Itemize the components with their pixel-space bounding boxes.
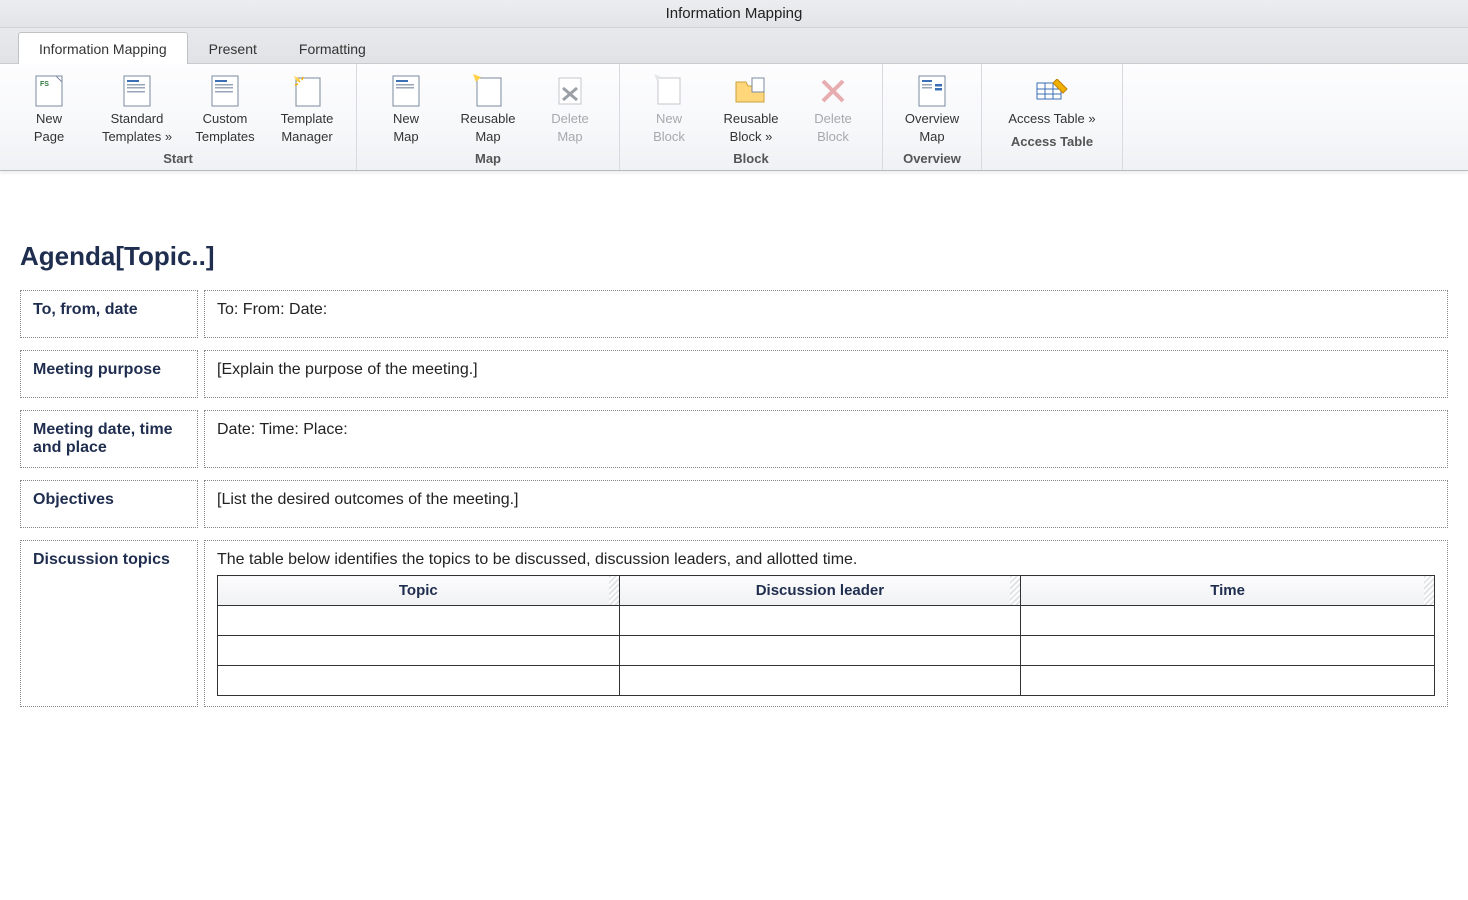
new-page-button[interactable]: FS New Page bbox=[10, 70, 88, 149]
svg-text:FS: FS bbox=[40, 81, 49, 88]
block-label[interactable]: Meeting date, time and place bbox=[20, 410, 198, 468]
page-x-icon bbox=[553, 74, 587, 108]
template-manager-button[interactable]: Template Manager bbox=[268, 70, 346, 149]
group-block: New Block Reusable Block » Delete Block … bbox=[620, 64, 883, 170]
page-lines-icon bbox=[389, 74, 423, 108]
block-meeting-purpose: Meeting purpose [Explain the purpose of … bbox=[20, 350, 1448, 398]
standard-templates-button[interactable]: Standard Templates » bbox=[92, 70, 182, 149]
group-start: FS New Page Standard Templates » Custom … bbox=[0, 64, 357, 170]
delete-map-button: Delete Map bbox=[531, 70, 609, 149]
block-label[interactable]: To, from, date bbox=[20, 290, 198, 338]
reusable-map-button[interactable]: Reusable Map bbox=[449, 70, 527, 149]
group-start-label: Start bbox=[163, 151, 193, 166]
block-body[interactable]: [Explain the purpose of the meeting.] bbox=[204, 350, 1448, 398]
tab-information-mapping[interactable]: Information Mapping bbox=[18, 32, 188, 64]
delete-block-button: Delete Block bbox=[794, 70, 872, 149]
group-map: New Map Reusable Map Delete Map Map bbox=[357, 64, 620, 170]
col-discussion-leader[interactable]: Discussion leader bbox=[619, 576, 1021, 606]
page-lines-icon bbox=[208, 74, 242, 108]
overview-map-button[interactable]: Overview Map bbox=[893, 70, 971, 149]
page-dot-icon bbox=[652, 74, 686, 108]
page-lines-icon bbox=[120, 74, 154, 108]
table-pencil-icon bbox=[1035, 74, 1069, 108]
reusable-block-button[interactable]: Reusable Block » bbox=[712, 70, 790, 149]
block-body[interactable]: [List the desired outcomes of the meetin… bbox=[204, 480, 1448, 528]
discussion-table[interactable]: Topic Discussion leader Time bbox=[217, 575, 1435, 696]
col-topic[interactable]: Topic bbox=[218, 576, 620, 606]
page-spark-icon bbox=[471, 74, 505, 108]
page-spark-icon bbox=[290, 74, 324, 108]
document-area: Agenda[Topic..] To, from, date To: From:… bbox=[0, 171, 1468, 759]
window-title: Information Mapping bbox=[666, 5, 803, 22]
block-to-from-date: To, from, date To: From: Date: bbox=[20, 290, 1448, 338]
discussion-intro[interactable]: The table below identifies the topics to… bbox=[217, 551, 1435, 569]
block-objectives: Objectives [List the desired outcomes of… bbox=[20, 480, 1448, 528]
block-body[interactable]: Date: Time: Place: bbox=[204, 410, 1448, 468]
tab-formatting[interactable]: Formatting bbox=[278, 32, 387, 64]
new-map-button[interactable]: New Map bbox=[367, 70, 445, 149]
block-label[interactable]: Objectives bbox=[20, 480, 198, 528]
group-overview: Overview Map Overview bbox=[883, 64, 982, 170]
block-meeting-date-time-place: Meeting date, time and place Date: Time:… bbox=[20, 410, 1448, 468]
group-overview-label: Overview bbox=[903, 151, 961, 166]
table-row[interactable] bbox=[218, 636, 1435, 666]
access-table-button[interactable]: Access Table » bbox=[992, 70, 1112, 132]
group-map-label: Map bbox=[475, 151, 501, 166]
col-time[interactable]: Time bbox=[1021, 576, 1435, 606]
block-body[interactable]: The table below identifies the topics to… bbox=[204, 540, 1448, 707]
page-title[interactable]: Agenda[Topic..] bbox=[20, 241, 1448, 272]
custom-templates-button[interactable]: Custom Templates bbox=[186, 70, 264, 149]
ribbon: FS New Page Standard Templates » Custom … bbox=[0, 64, 1468, 171]
ribbon-tabs: Information Mapping Present Formatting bbox=[0, 28, 1468, 64]
block-label[interactable]: Discussion topics bbox=[20, 540, 198, 707]
tab-present[interactable]: Present bbox=[188, 32, 278, 64]
table-row[interactable] bbox=[218, 666, 1435, 696]
block-body[interactable]: To: From: Date: bbox=[204, 290, 1448, 338]
window-titlebar: Information Mapping bbox=[0, 0, 1468, 28]
table-row[interactable] bbox=[218, 606, 1435, 636]
page-fs-icon: FS bbox=[32, 74, 66, 108]
folder-icon bbox=[734, 74, 768, 108]
new-block-button: New Block bbox=[630, 70, 708, 149]
group-access-label: Access Table bbox=[1011, 134, 1093, 149]
group-block-label: Block bbox=[733, 151, 768, 166]
page-list-icon bbox=[915, 74, 949, 108]
block-label[interactable]: Meeting purpose bbox=[20, 350, 198, 398]
group-access-table: Access Table » Access Table bbox=[982, 64, 1123, 170]
block-discussion-topics: Discussion topics The table below identi… bbox=[20, 540, 1448, 707]
x-plain-icon bbox=[816, 74, 850, 108]
